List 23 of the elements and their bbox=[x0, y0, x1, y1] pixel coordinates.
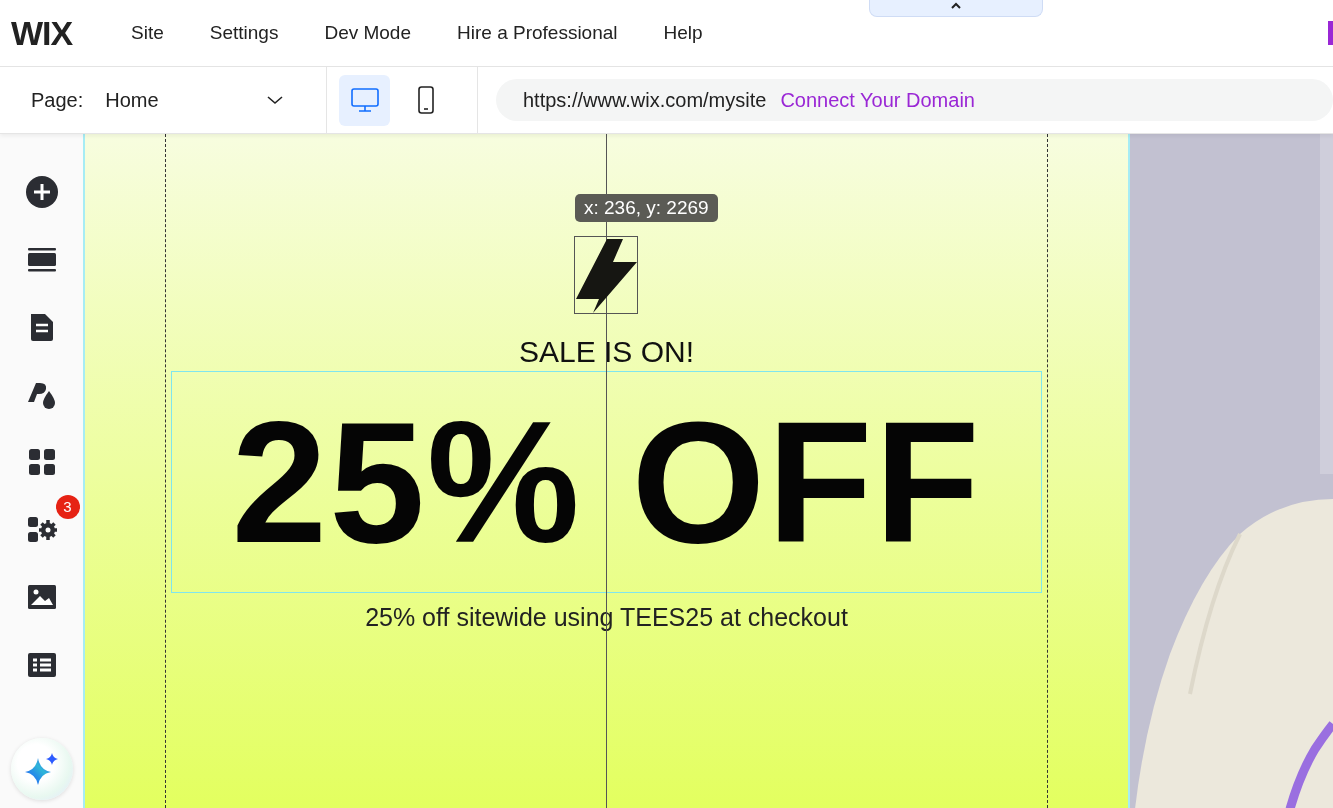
chevron-down-icon bbox=[266, 95, 284, 105]
ai-assistant-button[interactable] bbox=[10, 738, 73, 800]
desktop-view-button[interactable] bbox=[339, 74, 390, 126]
page-dropdown[interactable]: Home bbox=[105, 88, 284, 112]
page-label: Page: bbox=[31, 88, 84, 112]
menu-item[interactable]: Hire a Professional bbox=[457, 22, 618, 44]
phone-icon bbox=[416, 86, 435, 114]
wix-logo[interactable]: WIX bbox=[11, 13, 101, 53]
menu-item[interactable]: Settings bbox=[209, 22, 279, 44]
position-tooltip: x: 236, y: 2269 bbox=[575, 194, 718, 222]
caret-up-icon bbox=[950, 2, 962, 10]
url-bar[interactable]: https://www.wix.com/mysite Connect Your Domain bbox=[496, 79, 1333, 121]
plus-circle-icon bbox=[24, 175, 59, 209]
menu-item[interactable]: Dev Mode bbox=[324, 22, 411, 44]
menu-item[interactable]: Site bbox=[131, 22, 164, 44]
notification-badge: 3 bbox=[55, 494, 80, 519]
lightning-bolt-icon[interactable] bbox=[574, 236, 638, 314]
headline-text[interactable]: 25% OFF bbox=[171, 371, 1042, 593]
connect-domain-link[interactable]: Connect Your Domain bbox=[780, 88, 975, 112]
monitor-icon bbox=[349, 86, 380, 114]
sale-heading[interactable]: SALE IS ON! bbox=[518, 334, 695, 370]
site-url: https://www.wix.com/mysite bbox=[523, 88, 767, 112]
menu-item[interactable]: Help bbox=[663, 22, 703, 44]
